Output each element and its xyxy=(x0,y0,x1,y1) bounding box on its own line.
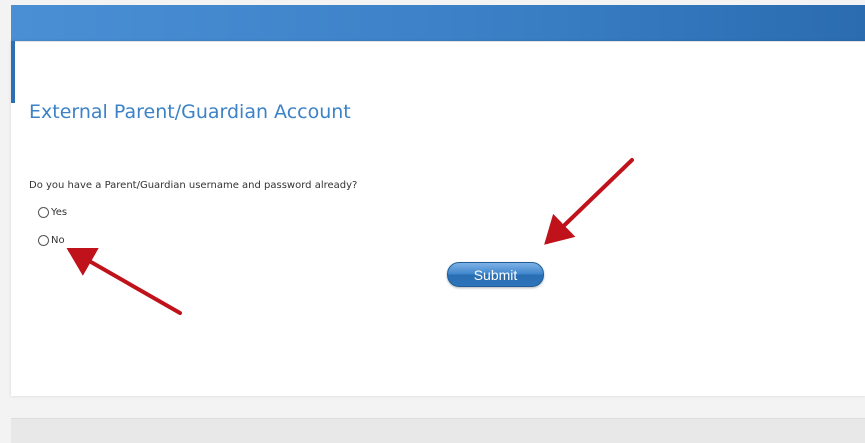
arrow-icon xyxy=(66,248,182,315)
annotation-arrows xyxy=(66,158,634,315)
arrow-icon xyxy=(544,158,634,245)
